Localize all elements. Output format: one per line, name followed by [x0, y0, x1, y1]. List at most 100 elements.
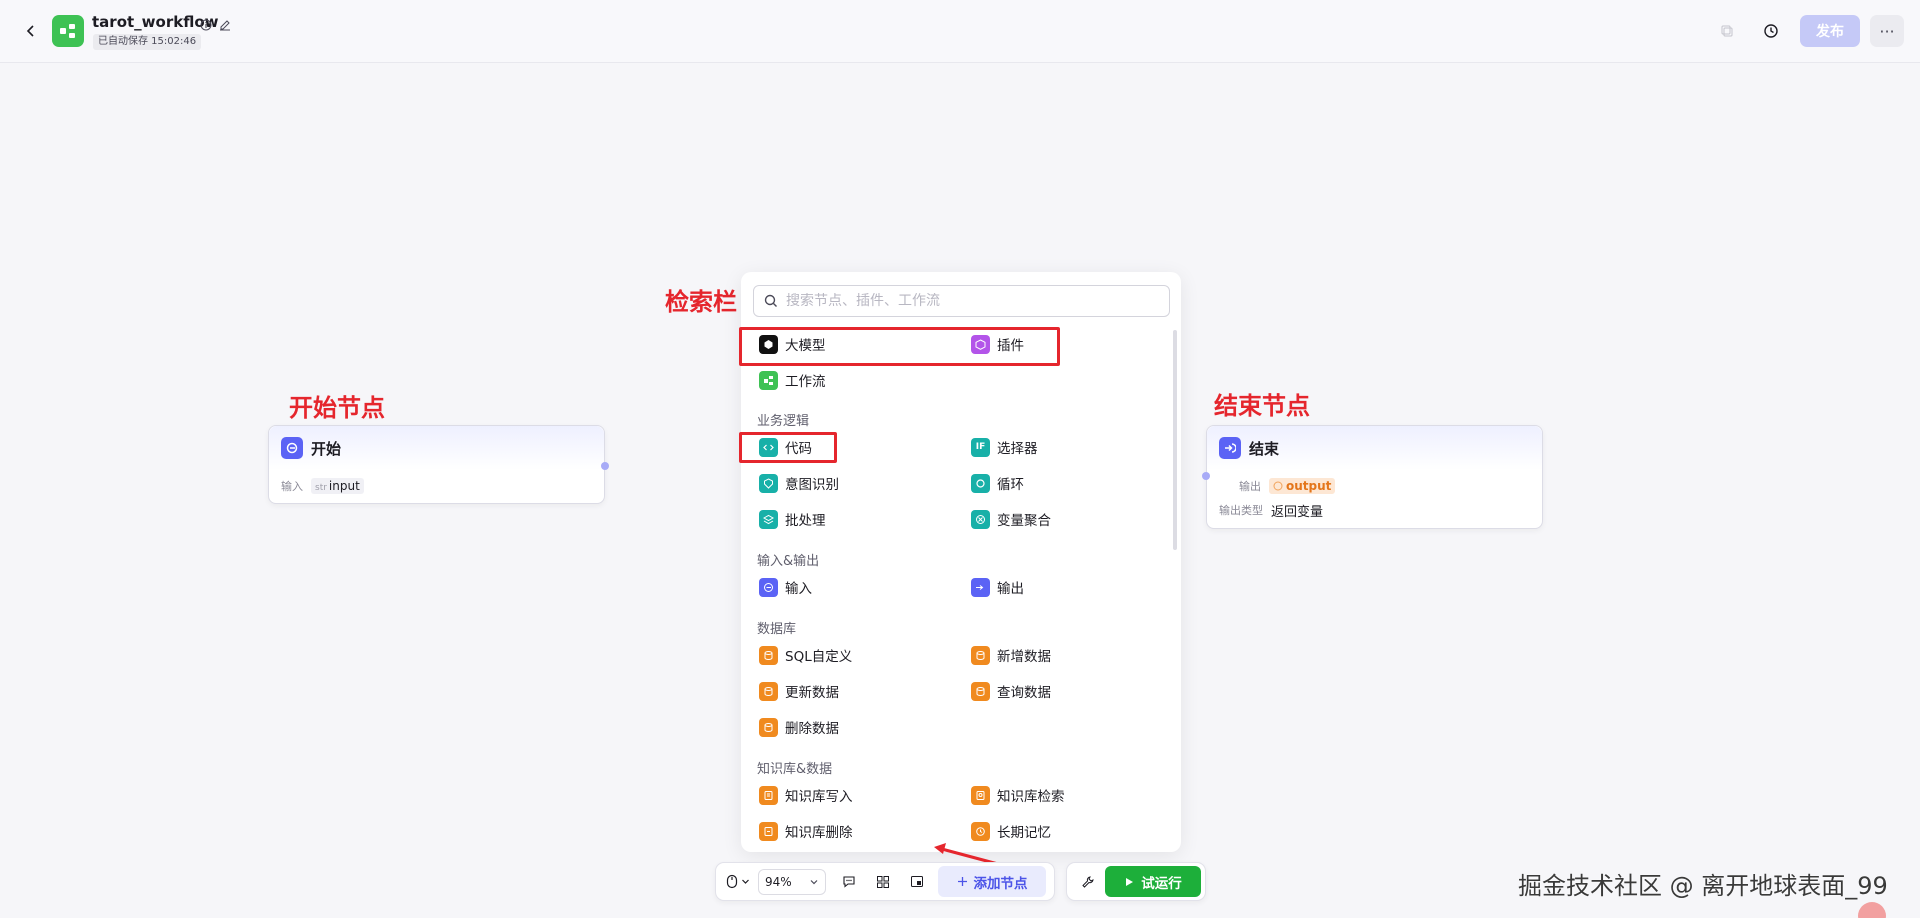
kb-search-icon — [971, 785, 990, 805]
workflow-app-icon — [52, 15, 84, 47]
watermark: 掘金技术社区 @ 离开地球表面_99 — [1518, 872, 1888, 900]
node-item-label: 知识库检索 — [997, 789, 1065, 805]
node-item-label: 大模型 — [785, 338, 826, 354]
node-item-db-delete[interactable]: 删除数据 — [759, 716, 839, 738]
edit-icon[interactable] — [219, 16, 231, 35]
annotation-search-bar: 检索栏 — [665, 288, 737, 316]
node-item-batch[interactable]: 批处理 — [759, 508, 826, 530]
top-bar: tarot_workflow 已自动保存 15:02:46 发布 ··· — [0, 0, 1920, 63]
intent-icon — [759, 473, 778, 493]
node-item-label: 选择器 — [997, 441, 1038, 457]
chevron-down-icon — [810, 879, 818, 884]
node-item-llm[interactable]: 大模型 — [759, 333, 826, 355]
search-input[interactable] — [786, 293, 1146, 309]
node-item-label: 意图识别 — [785, 477, 839, 493]
end-input-port[interactable] — [1202, 472, 1210, 480]
annotation-end-node: 结束节点 — [1214, 392, 1310, 420]
more-button[interactable]: ··· — [1870, 15, 1904, 47]
node-item-kb-write[interactable]: 知识库写入 — [759, 784, 853, 806]
comment-icon[interactable] — [838, 871, 860, 893]
section-title: 业务逻辑 — [757, 414, 810, 429]
history-icon[interactable] — [1760, 20, 1782, 42]
test-run-button[interactable]: 试运行 — [1105, 866, 1201, 897]
node-item-output[interactable]: 输出 — [971, 576, 1024, 598]
db-update-icon — [759, 681, 778, 701]
wrench-icon[interactable] — [1077, 871, 1099, 893]
node-item-intent[interactable]: 意图识别 — [759, 472, 839, 494]
zoom-select[interactable]: 94% — [758, 868, 826, 895]
node-item-loop[interactable]: 循环 — [971, 472, 1024, 494]
node-item-plugin[interactable]: 插件 — [971, 333, 1024, 355]
code-icon — [759, 437, 778, 457]
node-item-workflow[interactable]: 工作流 — [759, 369, 826, 391]
node-item-db-add[interactable]: 新增数据 — [971, 644, 1051, 666]
search-box[interactable] — [753, 285, 1170, 317]
end-output-label: 输出 — [1239, 480, 1261, 493]
end-output-type-value: 返回变量 — [1271, 504, 1324, 520]
start-node-title: 开始 — [311, 439, 342, 458]
node-item-label: 知识库写入 — [785, 789, 853, 805]
annotation-start-node: 开始节点 — [289, 394, 385, 422]
copy-icon[interactable] — [1716, 20, 1738, 42]
node-item-label: 循环 — [997, 477, 1024, 493]
kb-delete-icon — [759, 821, 778, 841]
autosave-badge: 已自动保存 15:02:46 — [93, 34, 202, 50]
node-item-kb-search[interactable]: 知识库检索 — [971, 784, 1065, 806]
start-node[interactable]: 开始 输入 str input — [268, 425, 609, 504]
add-node-label: 添加节点 — [973, 875, 1028, 892]
section-title: 数据库 — [757, 622, 797, 637]
play-icon — [1126, 877, 1134, 886]
minimap-icon[interactable] — [906, 871, 928, 893]
sql-icon — [759, 645, 778, 665]
node-item-selector[interactable]: IF 选择器 — [971, 436, 1038, 458]
aggregate-icon — [971, 509, 990, 529]
back-button[interactable] — [20, 20, 42, 42]
node-item-kb-delete[interactable]: 知识库删除 — [759, 820, 853, 842]
node-item-sql[interactable]: SQL自定义 — [759, 644, 852, 666]
node-item-label: 变量聚合 — [997, 513, 1051, 529]
run-label: 试运行 — [1141, 875, 1182, 892]
batch-icon — [759, 509, 778, 529]
db-add-icon — [971, 645, 990, 665]
search-icon — [764, 294, 777, 307]
plugin-icon — [971, 334, 990, 354]
plus-icon — [957, 877, 967, 886]
node-item-label: SQL自定义 — [785, 649, 853, 665]
node-item-aggregate[interactable]: 变量聚合 — [971, 508, 1051, 530]
node-item-label: 插件 — [997, 338, 1024, 354]
node-item-label: 长期记忆 — [997, 825, 1051, 841]
publish-button[interactable]: 发布 — [1800, 15, 1860, 47]
layout-icon[interactable] — [872, 871, 894, 893]
node-item-label: 查询数据 — [997, 685, 1051, 701]
panel-scrollbar[interactable] — [1173, 330, 1177, 550]
db-delete-icon — [759, 717, 778, 737]
info-icon[interactable] — [200, 16, 212, 35]
node-item-input[interactable]: 输入 — [759, 576, 812, 598]
add-node-button[interactable]: 添加节点 — [938, 866, 1046, 897]
output-name: output — [1286, 479, 1332, 493]
mouse-mode-button[interactable] — [726, 874, 750, 889]
node-picker-panel: 大模型 插件 工作流 业务逻辑 代码 IF 选择器 意图识别 循环 批处理 变量… — [741, 272, 1181, 852]
chevron-left-icon — [26, 25, 34, 37]
end-node-title: 结束 — [1249, 439, 1280, 458]
start-input-label: 输入 — [281, 480, 303, 493]
start-output-port[interactable] — [601, 462, 609, 470]
node-item-label: 知识库删除 — [785, 825, 853, 841]
end-node[interactable]: 结束 输出 output 输出类型 返回变量 — [1202, 425, 1543, 529]
node-item-db-query[interactable]: 查询数据 — [971, 680, 1051, 702]
input-type: str — [315, 483, 327, 493]
node-item-label: 批处理 — [785, 513, 826, 529]
end-output-chip: output — [1269, 478, 1336, 494]
section-title: 知识库&数据 — [757, 762, 833, 777]
canvas-toolbar: 94% 添加节点 — [715, 862, 1055, 901]
input-icon — [759, 577, 778, 597]
kb-write-icon — [759, 785, 778, 805]
output-icon — [971, 577, 990, 597]
llm-icon — [759, 334, 778, 354]
node-item-label: 输出 — [997, 581, 1024, 597]
input-name: input — [328, 479, 360, 493]
start-input-chip: str input — [311, 478, 364, 494]
node-item-db-update[interactable]: 更新数据 — [759, 680, 839, 702]
node-item-code[interactable]: 代码 — [759, 436, 812, 458]
mascot-avatar[interactable] — [1858, 902, 1886, 918]
